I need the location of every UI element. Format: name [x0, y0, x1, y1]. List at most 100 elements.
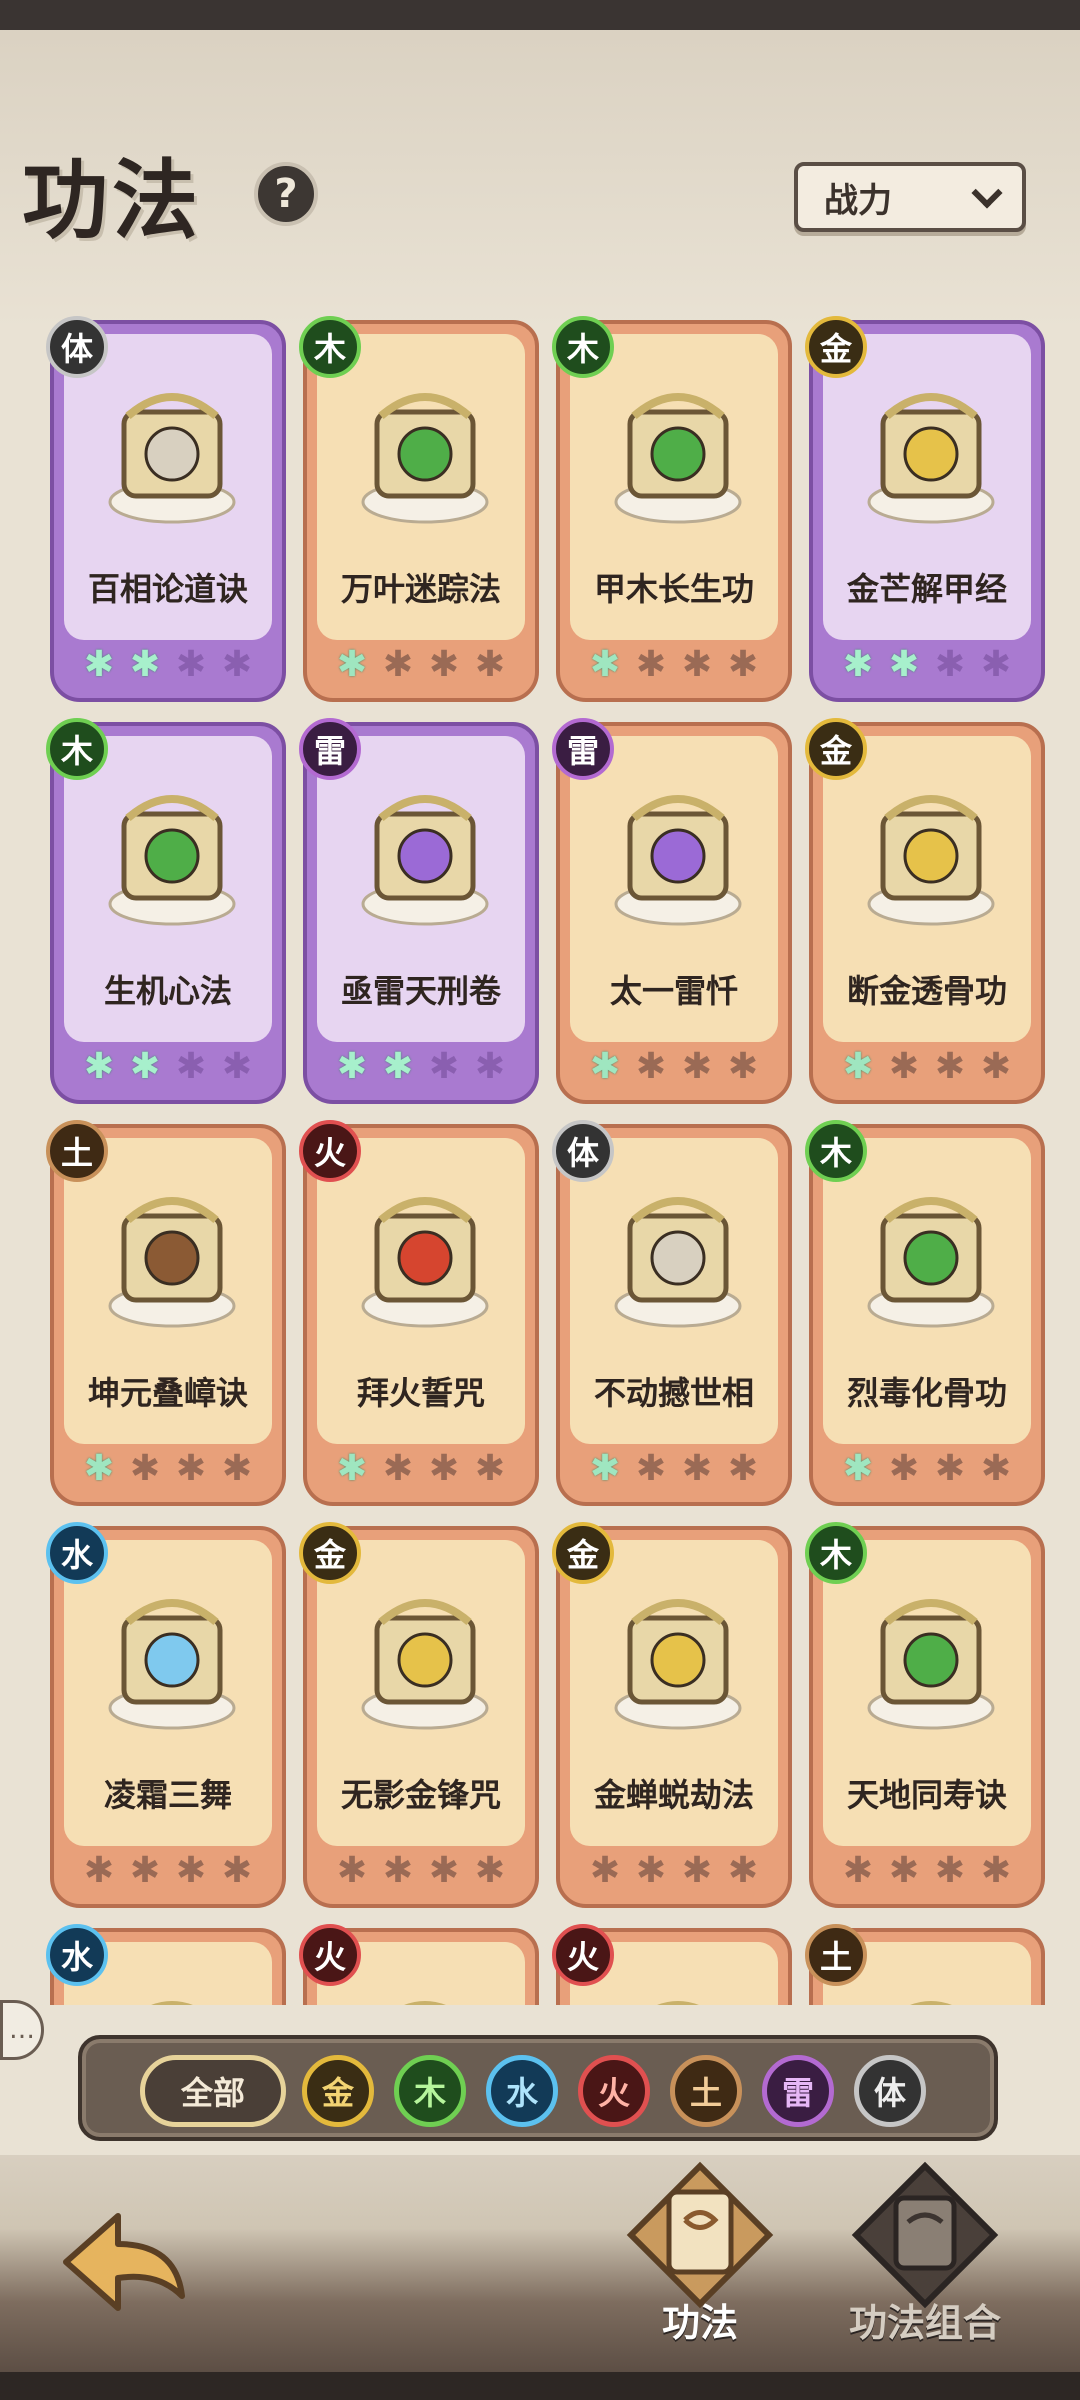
element-badge: 雷 — [552, 718, 614, 780]
star-icon: ✱ — [635, 644, 667, 685]
filter-fire-button[interactable]: 火 — [578, 2055, 650, 2127]
filter-body-button[interactable]: 体 — [854, 2055, 926, 2127]
technique-card[interactable]: 土✱✱✱✱ — [805, 1924, 1045, 2005]
star-icon: ✱ — [589, 644, 621, 685]
star-rating: ✱ ✱ ✱ ✱ — [307, 1850, 535, 1892]
star-icon: ✱ — [589, 1850, 621, 1891]
element-badge: 金 — [299, 1522, 361, 1584]
technique-card[interactable]: 水凌霜三舞 ✱ ✱ ✱ ✱ — [46, 1522, 286, 1908]
star-rating: ✱ ✱ ✱ ✱ — [560, 1850, 788, 1892]
technique-card[interactable]: 金金蝉蜕劫法 ✱ ✱ ✱ ✱ — [552, 1522, 792, 1908]
system-navigation-bar — [0, 2372, 1080, 2400]
star-icon: ✱ — [681, 1850, 713, 1891]
star-icon: ✱ — [474, 644, 506, 685]
star-icon: ✱ — [428, 1046, 460, 1087]
technique-name: 太一雷忏 — [609, 972, 738, 1010]
star-icon: ✱ — [382, 644, 414, 685]
filter-thunder-button[interactable]: 雷 — [762, 2055, 834, 2127]
technique-name: 烈毒化骨功 — [846, 1374, 1007, 1412]
star-icon: ✱ — [382, 1448, 414, 1489]
technique-card[interactable]: 木生机心法 ✱ ✱ ✱ ✱ — [46, 718, 286, 1104]
technique-card[interactable]: 水✱✱✱✱ — [46, 1924, 286, 2005]
star-rating: ✱ ✱ ✱ ✱ — [307, 644, 535, 686]
star-icon: ✱ — [175, 1448, 207, 1489]
dragon-scroll-icon — [108, 1197, 236, 1328]
filter-wood-button[interactable]: 木 — [394, 2055, 466, 2127]
technique-card[interactable]: 体百相论道诀 ✱ ✱ ✱ ✱ — [46, 316, 286, 702]
filter-metal-button[interactable]: 金 — [302, 2055, 374, 2127]
technique-name: 百相论道诀 — [87, 570, 248, 608]
star-icon: ✱ — [336, 1448, 368, 1489]
question-icon[interactable]: ? — [254, 162, 318, 226]
element-badge: 火 — [299, 1924, 361, 1986]
technique-card[interactable]: 木甲木长生功 ✱ ✱ ✱ ✱ — [552, 316, 792, 702]
chat-bubble-icon[interactable]: … — [0, 2000, 44, 2060]
star-icon: ✱ — [980, 1850, 1012, 1891]
element-badge: 金 — [552, 1522, 614, 1584]
star-icon: ✱ — [474, 1046, 506, 1087]
star-icon: ✱ — [129, 644, 161, 685]
technique-name: 天地同寿诀 — [846, 1776, 1007, 1814]
star-rating: ✱ ✱ ✱ ✱ — [54, 1850, 282, 1892]
technique-name: 断金透骨功 — [846, 972, 1007, 1010]
element-badge: 水 — [46, 1522, 108, 1584]
star-icon: ✱ — [727, 1046, 759, 1087]
star-icon: ✱ — [681, 644, 713, 685]
technique-card[interactable]: 土坤元叠嶂诀 ✱ ✱ ✱ ✱ — [46, 1120, 286, 1506]
star-icon: ✱ — [888, 1448, 920, 1489]
technique-card[interactable]: 体不动撼世相 ✱ ✱ ✱ ✱ — [552, 1120, 792, 1506]
technique-card[interactable]: 火拜火誓咒 ✱ ✱ ✱ ✱ — [299, 1120, 539, 1506]
technique-name: 甲木长生功 — [593, 570, 754, 608]
star-icon: ✱ — [129, 1850, 161, 1891]
star-icon: ✱ — [175, 1046, 207, 1087]
dragon-scroll-icon — [108, 1599, 236, 1730]
scroll-book-icon — [626, 2161, 774, 2309]
star-icon: ✱ — [336, 1046, 368, 1087]
technique-card[interactable]: 木烈毒化骨功 ✱ ✱ ✱ ✱ — [805, 1120, 1045, 1506]
star-icon: ✱ — [83, 1850, 115, 1891]
technique-card[interactable]: 雷太一雷忏 ✱ ✱ ✱ ✱ — [552, 718, 792, 1104]
filter-all-button[interactable]: 全部 — [140, 2055, 286, 2127]
technique-card[interactable]: 雷亟雷天刑卷 ✱ ✱ ✱ ✱ — [299, 718, 539, 1104]
tab-technique-combos-label: 功法组合 — [848, 2301, 1001, 2345]
dragon-scroll-icon — [867, 393, 995, 524]
back-arrow-icon[interactable] — [58, 2200, 190, 2320]
dragon-scroll-icon — [404, 2001, 446, 2005]
element-badge: 木 — [46, 718, 108, 780]
star-rating: ✱ ✱ ✱ ✱ — [54, 644, 282, 686]
technique-card[interactable]: 金金芒解甲经 ✱ ✱ ✱ ✱ — [805, 316, 1045, 702]
technique-card[interactable]: 木万叶迷踪法 ✱ ✱ ✱ ✱ — [299, 316, 539, 702]
dragon-scroll-icon — [361, 795, 489, 926]
technique-card[interactable]: 金无影金锋咒 ✱ ✱ ✱ ✱ — [299, 1522, 539, 1908]
filter-earth-button[interactable]: 土 — [670, 2055, 742, 2127]
star-icon: ✱ — [175, 644, 207, 685]
star-rating: ✱ ✱ ✱ ✱ — [307, 1046, 535, 1088]
star-icon: ✱ — [83, 644, 115, 685]
star-icon: ✱ — [221, 1850, 253, 1891]
star-icon: ✱ — [589, 1448, 621, 1489]
star-icon: ✱ — [474, 1850, 506, 1891]
tab-techniques[interactable]: 功法 — [610, 2160, 790, 2360]
dragon-scroll-icon — [867, 795, 995, 926]
technique-card[interactable]: 火✱✱✱✱ — [552, 1924, 792, 2005]
sort-dropdown-label: 战力 — [824, 180, 892, 221]
star-rating: ✱ ✱ ✱ ✱ — [54, 1448, 282, 1490]
tab-technique-combos[interactable]: 功法组合 — [835, 2160, 1015, 2360]
star-icon: ✱ — [888, 644, 920, 685]
element-badge: 土 — [805, 1924, 867, 1986]
technique-card[interactable]: 火✱✱✱✱ — [299, 1924, 539, 2005]
star-icon: ✱ — [428, 1448, 460, 1489]
dragon-scroll-icon — [614, 795, 742, 926]
technique-card[interactable]: 木天地同寿诀 ✱ ✱ ✱ ✱ — [805, 1522, 1045, 1908]
technique-name: 金芒解甲经 — [846, 570, 1007, 608]
dragon-scroll-icon — [867, 1599, 995, 1730]
star-rating: ✱ ✱ ✱ ✱ — [813, 1046, 1041, 1088]
technique-card[interactable]: 金断金透骨功 ✱ ✱ ✱ ✱ — [805, 718, 1045, 1104]
star-rating: ✱ ✱ ✱ ✱ — [560, 1046, 788, 1088]
star-icon: ✱ — [727, 1448, 759, 1489]
element-badge: 土 — [46, 1120, 108, 1182]
technique-name: 拜火誓咒 — [356, 1374, 485, 1412]
technique-name: 亟雷天刑卷 — [340, 972, 501, 1010]
filter-water-button[interactable]: 水 — [486, 2055, 558, 2127]
sort-dropdown[interactable]: 战力 — [794, 162, 1026, 232]
